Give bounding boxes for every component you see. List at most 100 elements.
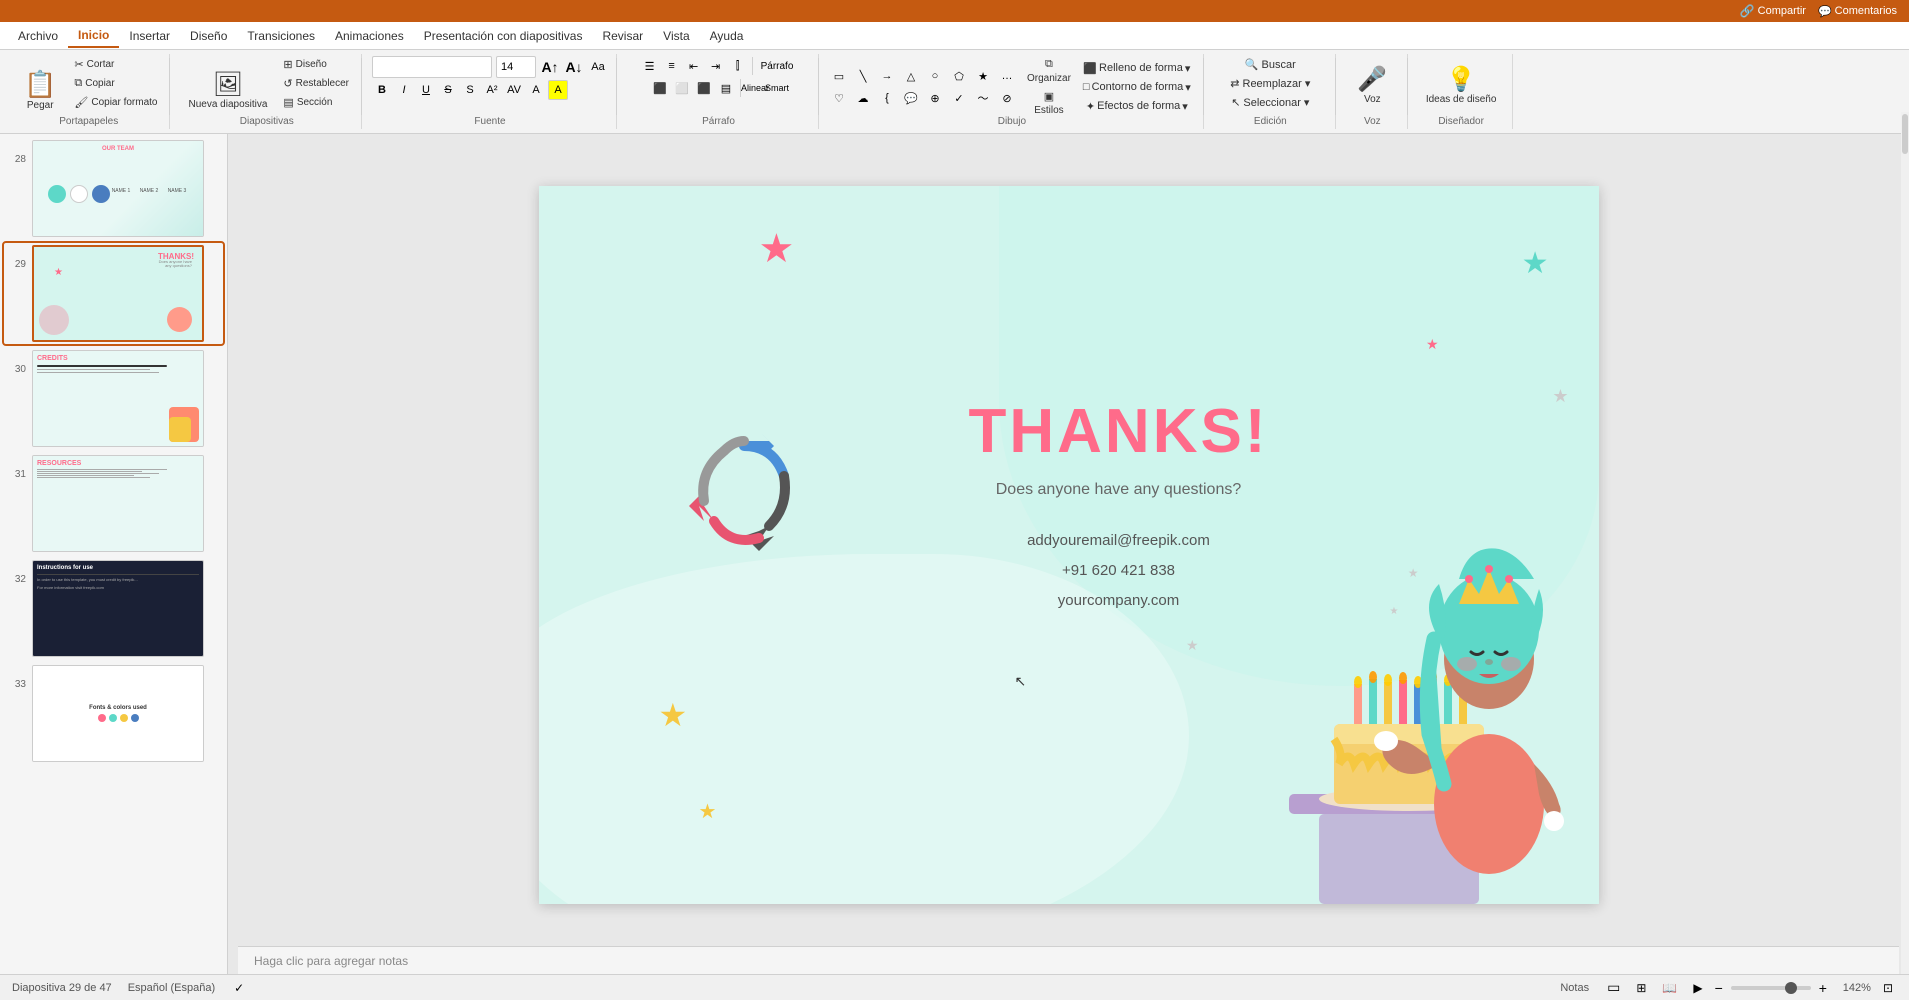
rect-shape[interactable]: ▭ (829, 66, 849, 86)
align-right-button[interactable]: ⬛ (694, 78, 714, 98)
checkmark-shape[interactable]: ✓ (949, 88, 969, 108)
seleccionar-button[interactable]: ↖ Seleccionar ▾ (1227, 94, 1313, 111)
clear-format-button[interactable]: Aa (588, 57, 608, 77)
copy-format-button[interactable]: 🖌 Copiar formato (70, 94, 161, 111)
italic-button[interactable]: I (394, 80, 414, 100)
shadow-button[interactable]: S (460, 80, 480, 100)
zoom-level[interactable]: 142% (1835, 982, 1871, 994)
tab-transiciones[interactable]: Transiciones (237, 25, 325, 47)
replace-chevron: ▾ (1305, 77, 1311, 90)
notes-placeholder[interactable]: Haga clic para agregar notas (254, 954, 408, 968)
zoom-decrease[interactable]: − (1715, 980, 1723, 996)
circle-shape[interactable]: ○ (925, 66, 945, 86)
tab-archivo[interactable]: Archivo (8, 25, 68, 47)
accessibility-check[interactable]: ✓ (231, 981, 247, 995)
custom-shape[interactable]: ⊘ (997, 88, 1017, 108)
slide-thumb-31[interactable]: 31 RESOURCES (4, 453, 223, 554)
font-increase-button[interactable]: A↑ (540, 57, 560, 77)
tab-inicio[interactable]: Inicio (68, 24, 119, 48)
comments-button[interactable]: 💬 Comentarios (1818, 5, 1897, 18)
more-shapes[interactable]: … (997, 66, 1017, 86)
numbered-list-button[interactable]: ≡ (662, 56, 682, 76)
outline-icon: □ (1083, 81, 1090, 93)
tab-animaciones[interactable]: Animaciones (325, 25, 414, 47)
tab-presentacion[interactable]: Presentación con diapositivas (414, 25, 593, 47)
slide-thumb-32[interactable]: 32 Instructions for use In order to use … (4, 558, 223, 659)
smartart-button[interactable]: Smart (767, 78, 787, 98)
nueva-diapositiva-button[interactable]: 🖼 Nueva diapositiva (180, 66, 275, 114)
character-spacing-button[interactable]: AV (504, 80, 524, 100)
fit-slide-button[interactable]: ⊡ (1879, 979, 1897, 997)
org-shape[interactable]: ⊕ (925, 88, 945, 108)
dictar-button[interactable]: 🎤 Voz (1349, 61, 1395, 109)
cloud-shape[interactable]: ☁ (853, 88, 873, 108)
tab-ayuda[interactable]: Ayuda (700, 25, 754, 47)
slideshow-button[interactable]: ▶ (1689, 979, 1706, 997)
bold-button[interactable]: B (372, 80, 392, 100)
reemplazar-button[interactable]: ⇄ Reemplazar ▾ (1226, 75, 1314, 92)
arrow-shape[interactable]: → (877, 66, 897, 86)
underline-button[interactable]: U (416, 80, 436, 100)
slide-thumb-29[interactable]: 29 THANKS! Does anyone have any question… (4, 243, 223, 344)
font-size-input[interactable] (496, 56, 536, 78)
effects-icon: ✦ (1086, 100, 1095, 113)
cut-button[interactable]: ✂ Cortar (70, 56, 161, 73)
zoom-increase[interactable]: + (1819, 980, 1827, 996)
bracket-shape[interactable]: { (877, 88, 897, 108)
tab-revisar[interactable]: Revisar (592, 25, 653, 47)
normal-view-button[interactable]: ▭ (1603, 977, 1624, 998)
slide-thumb-28[interactable]: 28 OUR TEAM NAME 1 NAME 2 NAME 3 (4, 138, 223, 239)
quick-styles-button[interactable]: ▣ Estilos (1023, 88, 1075, 118)
star-shape[interactable]: ★ (973, 66, 993, 86)
increase-indent-button[interactable]: ⇥ (706, 56, 726, 76)
callout-shape[interactable]: 💬 (901, 88, 921, 108)
tab-insertar[interactable]: Insertar (119, 25, 180, 47)
ideas-diseno-button[interactable]: 💡 Ideas de diseño (1418, 61, 1505, 109)
restablecer-button[interactable]: ↺ Restablecer (279, 75, 353, 92)
zoom-slider[interactable] (1731, 986, 1811, 990)
slide-thumb-30[interactable]: 30 CREDITS (4, 348, 223, 449)
line-shape[interactable]: ╲ (853, 66, 873, 86)
superscript-button[interactable]: A² (482, 80, 502, 100)
justify-button[interactable]: ▤ (716, 78, 736, 98)
tab-vista[interactable]: Vista (653, 25, 699, 47)
font-decrease-button[interactable]: A↓ (564, 57, 584, 77)
align-left-button[interactable]: ⬛ (650, 78, 670, 98)
paste-button[interactable]: 📋 Pegar (16, 65, 64, 115)
decrease-indent-button[interactable]: ⇤ (684, 56, 704, 76)
design-ideas-icon: 💡 (1446, 65, 1476, 94)
effects-button[interactable]: ✦ Efectos de forma ▾ (1079, 98, 1195, 115)
strikethrough-button[interactable]: S (438, 80, 458, 100)
font-color-button[interactable]: A (526, 80, 546, 100)
reading-view-button[interactable]: 📖 (1658, 979, 1681, 997)
seccion-button[interactable]: ▤ Sección (279, 94, 353, 111)
tab-diseno[interactable]: Diseño (180, 25, 237, 47)
align-text-button[interactable]: Alinear (745, 78, 765, 98)
slide-canvas: ★ ★ ★ ★ ★ ★ ★ ★ ★ ★ ★ (539, 186, 1599, 904)
slide-sorter-button[interactable]: ⊞ (1632, 979, 1650, 997)
heart-shape[interactable]: ♡ (829, 88, 849, 108)
text-direction-button[interactable]: Párrafo (757, 59, 798, 74)
slide-thumb-33[interactable]: 33 Fonts & colors used (4, 663, 223, 764)
buscar-button[interactable]: 🔍 Buscar (1241, 56, 1300, 73)
font-selector[interactable] (372, 56, 492, 78)
diseno-button[interactable]: ⊞ Diseño (279, 56, 353, 73)
share-button[interactable]: 🔗 Compartir (1740, 4, 1806, 18)
language-indicator[interactable]: Español (España) (128, 982, 215, 994)
wave-shape[interactable]: 〜 (973, 88, 993, 108)
fill-button[interactable]: ⬛ Relleno de forma ▾ (1079, 60, 1195, 77)
replace-icon: ⇄ (1230, 77, 1239, 90)
arrange-button[interactable]: ⧉ Organizar (1023, 56, 1075, 86)
outline-button[interactable]: □ Contorno de forma ▾ (1079, 79, 1195, 96)
triangle-shape[interactable]: △ (901, 66, 921, 86)
search-icon: 🔍 (1245, 58, 1259, 71)
columns-button[interactable]: ⫿ (728, 56, 748, 76)
slide-title[interactable]: THANKS! (969, 396, 1269, 467)
copy-button[interactable]: ⧉ Copiar (70, 75, 161, 92)
align-center-button[interactable]: ⬜ (672, 78, 692, 98)
pentagon-shape[interactable]: ⬠ (949, 66, 969, 86)
notes-toggle[interactable]: Notas (1554, 980, 1595, 996)
highlight-button[interactable]: A (548, 80, 568, 100)
diseno-icon: ⊞ (283, 58, 292, 71)
bullet-list-button[interactable]: ☰ (640, 56, 660, 76)
